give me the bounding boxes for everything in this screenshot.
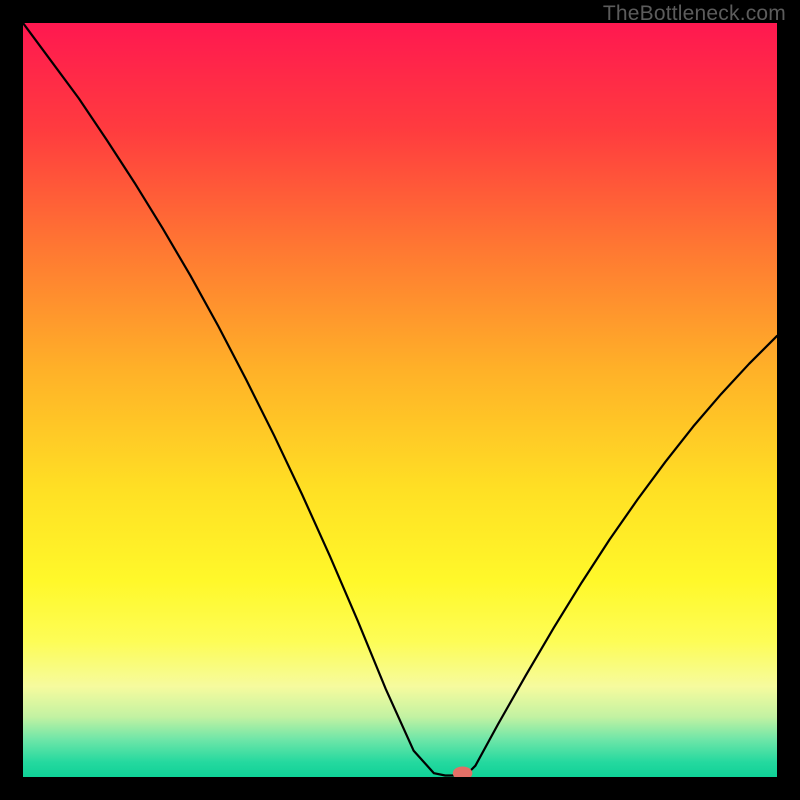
watermark-text: TheBottleneck.com — [603, 2, 786, 26]
chart-frame: TheBottleneck.com — [0, 0, 800, 800]
gradient-background — [23, 23, 777, 777]
plot-area — [23, 23, 777, 777]
chart-svg — [23, 23, 777, 777]
